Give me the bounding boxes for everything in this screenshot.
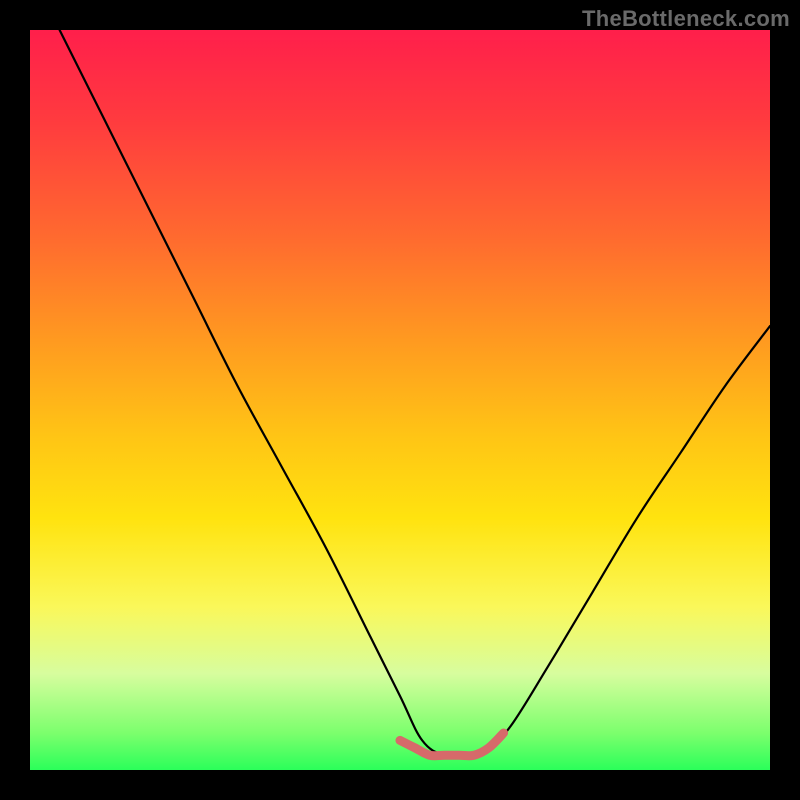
- chart-frame: TheBottleneck.com: [0, 0, 800, 800]
- curve-layer: [30, 30, 770, 770]
- plot-area: [30, 30, 770, 770]
- bottleneck-curve: [60, 30, 770, 757]
- watermark-text: TheBottleneck.com: [582, 6, 790, 32]
- optimal-band: [400, 733, 504, 756]
